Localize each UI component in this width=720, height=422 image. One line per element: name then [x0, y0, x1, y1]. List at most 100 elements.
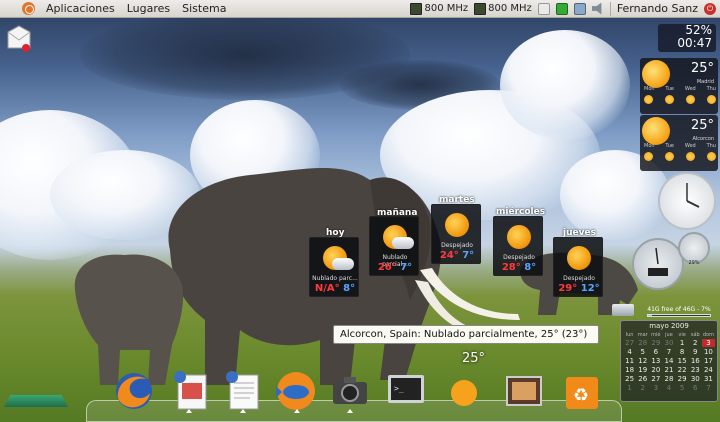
day-label: Mon: [644, 143, 655, 149]
text-doc-icon[interactable]: [224, 371, 264, 411]
calendar-day[interactable]: 7: [702, 384, 715, 392]
power-icon[interactable]: ⏻: [704, 2, 716, 15]
weather-widget-alcorcon[interactable]: 25° Alcorcon Mon Tue Wed Thu: [640, 115, 718, 171]
calendar-day[interactable]: 5: [676, 384, 689, 392]
calendar-day[interactable]: 21: [662, 366, 675, 374]
calendar-day[interactable]: 6: [689, 384, 702, 392]
calendar-day[interactable]: 6: [649, 348, 662, 356]
calendar-day[interactable]: 29: [649, 339, 662, 347]
calendar-day[interactable]: 4: [662, 384, 675, 392]
display-icon[interactable]: [573, 2, 586, 15]
calendar-day[interactable]: 3: [701, 339, 715, 347]
forecast-card-martes[interactable]: Despejado 24° 7°: [431, 204, 481, 264]
calendar-day[interactable]: 26: [636, 375, 649, 383]
calendar-day[interactable]: 10: [702, 348, 715, 356]
calendar-day[interactable]: 4: [623, 348, 636, 356]
cpu-freq-monitor-2[interactable]: 800 MHz: [474, 2, 532, 15]
calendar-day[interactable]: 2: [689, 339, 702, 347]
firefox-icon[interactable]: [114, 371, 154, 411]
calendar-day[interactable]: 28: [662, 375, 675, 383]
running-indicator: [294, 409, 300, 413]
weather-widget-madrid[interactable]: 25° Madrid Mon Tue Wed Thu: [640, 58, 718, 114]
user-name[interactable]: Fernando Sanz: [617, 2, 698, 15]
calendar-day[interactable]: 18: [623, 366, 636, 374]
image-viewer-icon[interactable]: [504, 371, 544, 411]
calendar-day[interactable]: 27: [649, 375, 662, 383]
calendar-day[interactable]: 3: [649, 384, 662, 392]
mini-forecast: [644, 152, 716, 161]
ubuntu-logo-icon[interactable]: [22, 2, 35, 15]
calendar-day[interactable]: 16: [689, 357, 702, 365]
calendar-day[interactable]: 12: [636, 357, 649, 365]
calendar-day[interactable]: 2: [636, 384, 649, 392]
forecast-high: 29°: [558, 283, 578, 294]
disk-label: 41G free of 46G - 7%: [647, 306, 711, 313]
calendar-day[interactable]: 24: [702, 366, 715, 374]
cpu-freq-label: 800 MHz: [424, 3, 469, 14]
forecast-card-jueves[interactable]: Despejado 29° 12°: [553, 237, 603, 297]
forecast-high: 26°: [377, 262, 397, 273]
sun-icon: [644, 95, 653, 104]
top-panel: Aplicaciones Lugares Sistema 800 MHz 800…: [0, 0, 720, 18]
weather-days: Mon Tue Wed Thu: [644, 143, 716, 149]
camera-icon[interactable]: [330, 371, 370, 411]
cloud-overlay: [332, 258, 354, 270]
day-label: Thu: [706, 86, 716, 92]
weather-sun-icon[interactable]: [444, 371, 484, 411]
calendar-weekday: mar: [637, 332, 648, 338]
calendar-day[interactable]: 17: [702, 357, 715, 365]
sun-icon: [642, 117, 670, 145]
battery-icon[interactable]: [555, 2, 568, 15]
volume-icon[interactable]: [591, 2, 602, 15]
calendar-day[interactable]: 31: [702, 375, 715, 383]
weather-temp: 25°: [690, 118, 714, 133]
calendar-day[interactable]: 7: [662, 348, 675, 356]
terminal-icon[interactable]: >_: [386, 371, 426, 411]
recycle-bin-icon[interactable]: ♻: [562, 371, 602, 411]
mail-notifier-icon[interactable]: [6, 24, 32, 54]
calendar-day[interactable]: 9: [689, 348, 702, 356]
calendar-day[interactable]: 23: [689, 366, 702, 374]
calendar-day[interactable]: 1: [623, 384, 636, 392]
calendar-widget[interactable]: mayo 2009 lun mar mié jue vie sáb dom 27 28 29 30 1…: [620, 320, 718, 402]
calendar-day[interactable]: 13: [649, 357, 662, 365]
menu-sistema[interactable]: Sistema: [176, 2, 232, 15]
day-label: Wed: [684, 143, 696, 149]
calendar-day[interactable]: 14: [662, 357, 675, 365]
calendar-day[interactable]: 11: [623, 357, 636, 365]
calendar-day[interactable]: 15: [676, 357, 689, 365]
disk-usage-widget[interactable]: 41G free of 46G - 7%: [640, 306, 718, 320]
weather-temp: 25°: [690, 61, 714, 76]
cpu-gauge[interactable]: [632, 238, 684, 290]
battery-widget[interactable]: 52% 00:47: [658, 24, 716, 52]
forecast-temps: 26° 7°: [370, 262, 420, 273]
cloud-overlay: [392, 237, 414, 249]
calendar-day[interactable]: 28: [636, 339, 649, 347]
cpu-freq-monitor-1[interactable]: 800 MHz: [410, 2, 469, 15]
calendar-day[interactable]: 19: [636, 366, 649, 374]
forecast-card-miercoles[interactable]: Despejado 28° 8°: [493, 216, 543, 276]
forecast-card-manana[interactable]: Nublado parcial... 26° 7°: [369, 216, 419, 276]
day-label: Wed: [684, 86, 696, 92]
calendar-day[interactable]: 20: [649, 366, 662, 374]
analog-clock[interactable]: [658, 172, 716, 230]
forecast-card-hoy[interactable]: Nublado parc... N/A° 8°: [309, 237, 359, 297]
presentation-doc-icon[interactable]: [172, 371, 212, 411]
calendar-day[interactable]: 22: [676, 366, 689, 374]
menu-aplicaciones[interactable]: Aplicaciones: [40, 2, 121, 15]
menu-lugares[interactable]: Lugares: [121, 2, 176, 15]
calendar-day[interactable]: 30: [689, 375, 702, 383]
calendar-day[interactable]: 30: [662, 339, 675, 347]
forecast-temps: N/A° 8°: [310, 283, 360, 294]
dock-weather-temp: 25°: [462, 351, 486, 366]
calendar-weekday: lun: [625, 332, 634, 338]
calendar-day[interactable]: 1: [676, 339, 689, 347]
fish-app-icon[interactable]: [276, 371, 316, 411]
calendar-day[interactable]: 25: [623, 375, 636, 383]
calendar-day[interactable]: 27: [623, 339, 636, 347]
calendar-day[interactable]: 29: [676, 375, 689, 383]
calendar-day[interactable]: 8: [676, 348, 689, 356]
network-icon[interactable]: [537, 2, 550, 15]
sun-icon: [567, 246, 591, 270]
calendar-day[interactable]: 5: [636, 348, 649, 356]
